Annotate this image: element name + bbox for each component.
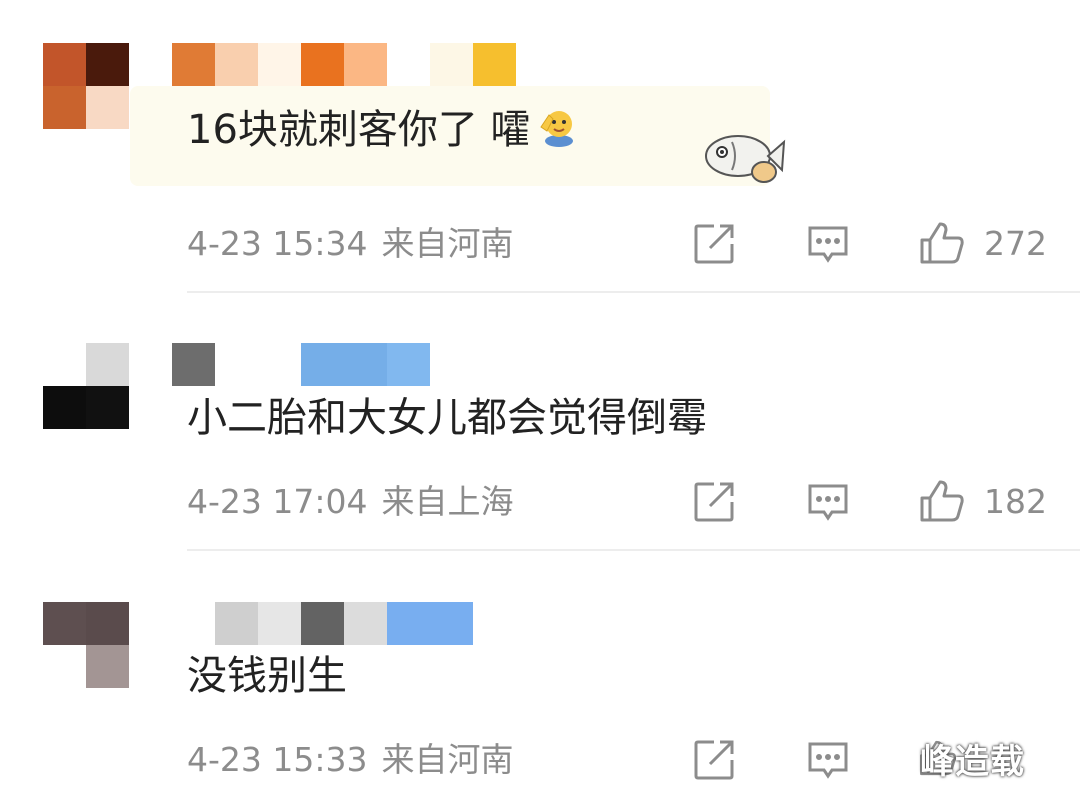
fish-sticker — [702, 128, 786, 192]
timestamp: 4-23 15:33 — [187, 740, 368, 779]
avatar[interactable] — [43, 43, 129, 129]
comment-icon[interactable] — [806, 738, 850, 786]
watermark: 峰造载 — [920, 742, 1025, 782]
like-count: 272 — [984, 224, 1047, 263]
comment-meta: 4-23 15:34 来自河南 — [187, 224, 514, 264]
comment-text: 没钱别生 — [187, 653, 347, 699]
thumbs-up-icon[interactable] — [918, 220, 966, 270]
avatar[interactable] — [43, 343, 129, 429]
location: 来自河南 — [381, 224, 514, 263]
thumbs-up-icon[interactable] — [918, 478, 966, 528]
timestamp: 4-23 17:04 — [187, 482, 368, 521]
comment-meta: 4-23 15:33 来自河南 — [187, 740, 514, 780]
share-icon[interactable] — [692, 222, 736, 270]
share-icon[interactable] — [692, 738, 736, 786]
divider — [187, 291, 1080, 293]
comment-text: 16块就刺客你了 嚯 — [187, 106, 577, 158]
comment-icon[interactable] — [806, 480, 850, 528]
like-count: 182 — [984, 482, 1047, 521]
timestamp: 4-23 15:34 — [187, 224, 368, 263]
location: 来自上海 — [381, 482, 514, 521]
share-icon[interactable] — [692, 480, 736, 528]
salute-face-emoji — [537, 107, 577, 158]
location: 来自河南 — [381, 740, 514, 779]
avatar[interactable] — [43, 602, 129, 688]
comment-meta: 4-23 17:04 来自上海 — [187, 482, 514, 522]
comment-icon[interactable] — [806, 222, 850, 270]
comment-text: 小二胎和大女儿都会觉得倒霉 — [187, 395, 707, 441]
divider — [187, 549, 1080, 551]
